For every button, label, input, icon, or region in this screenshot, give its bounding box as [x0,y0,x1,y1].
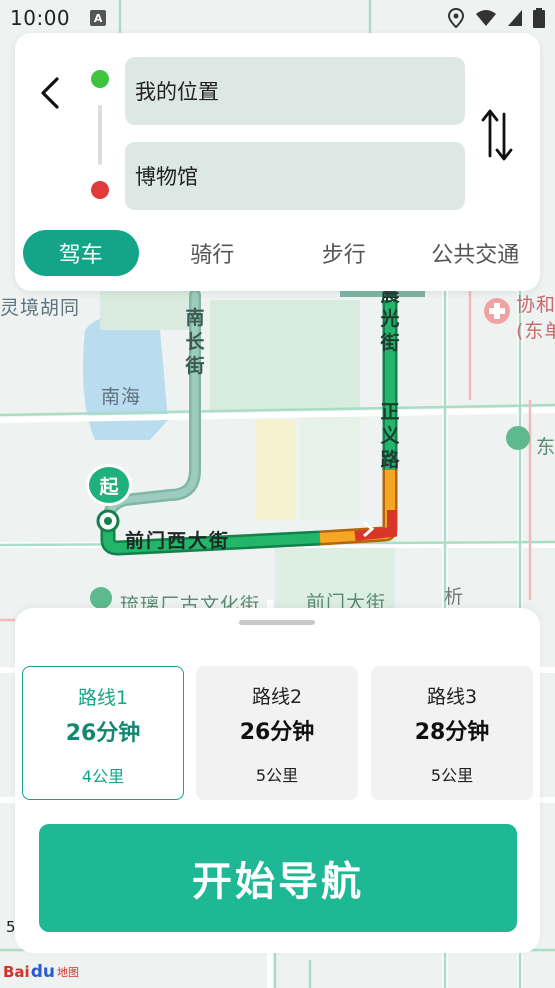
travel-mode-tabs: 驾车 骑行 步行 公共交通 [23,229,533,277]
paw-icon: du [30,962,55,982]
route-name: 路线2 [251,686,303,708]
tab-drive[interactable]: 驾车 [23,230,139,276]
origin-value: 我的位置 [135,80,219,104]
tab-transit[interactable]: 公共交通 [418,230,534,276]
back-button[interactable] [35,75,65,111]
route-name: 路线3 [426,686,478,708]
lake-nanhai [82,315,168,440]
route-distance: 5公里 [255,766,299,785]
park-icon [506,426,530,450]
label-xiehe: 协和 [516,294,555,316]
start-marker: 起 [86,464,132,506]
label-zhengyi-road: 正义路 [380,401,400,471]
signal-icon [508,10,522,26]
label-dongdan: (东单 [516,320,555,342]
culture-icon [90,587,112,609]
label-dong: 东 [536,436,555,458]
swap-button[interactable] [477,105,517,165]
swap-arrows-icon [481,109,513,161]
route-options-sheet: 路线1 26分钟 4公里 路线2 26分钟 5公里 路线3 28分钟 5公里 开… [15,608,540,953]
status-bar: 10:00 A [0,0,555,36]
destination-dot-icon [91,181,109,199]
chevron-left-icon [41,77,59,109]
route-time: 28分钟 [414,720,490,745]
tab-walk[interactable]: 步行 [286,230,402,276]
status-time: 10:00 [10,6,71,30]
location-icon [447,8,465,28]
route-connector [98,105,102,165]
route-distance: 5公里 [430,766,474,785]
destination-value: 博物馆 [135,165,198,189]
label-xi: 析 [444,586,465,608]
label-nanhai: 南海 [101,386,142,408]
route-card-1[interactable]: 路线1 26分钟 4公里 [22,666,184,800]
route-card-2[interactable]: 路线2 26分钟 5公里 [196,666,358,800]
label-boundary-hutong: 灵境胡同 [0,297,81,319]
start-marker-label: 起 [99,475,119,498]
route-card-3[interactable]: 路线3 28分钟 5公里 [371,666,533,800]
route-time: 26分钟 [239,720,315,745]
start-navigation-button[interactable]: 开始导航 [39,824,517,932]
tab-ride[interactable]: 骑行 [155,230,271,276]
status-icons [447,8,545,28]
baidu-map-logo: Bai du 地图 [3,962,79,982]
label-chenguang-street: 晨光街 [380,284,400,354]
route-distance: 4公里 [81,767,125,786]
route-search-panel: 我的位置 博物馆 驾车 骑行 步行 公共交通 [15,33,540,291]
battery-icon [533,8,545,28]
origin-dot-icon [91,70,109,88]
accessibility-icon: A [90,10,107,26]
destination-field[interactable]: 博物馆 [125,142,465,210]
wifi-icon [476,10,496,26]
label-nanchang-street: 南长街 [185,307,205,377]
route-name: 路线1 [77,687,129,709]
origin-field[interactable]: 我的位置 [125,57,465,125]
route-time: 26分钟 [65,721,141,746]
sheet-drag-handle[interactable] [239,620,315,625]
label-qianmen-west: 前门西大街 [125,530,231,552]
